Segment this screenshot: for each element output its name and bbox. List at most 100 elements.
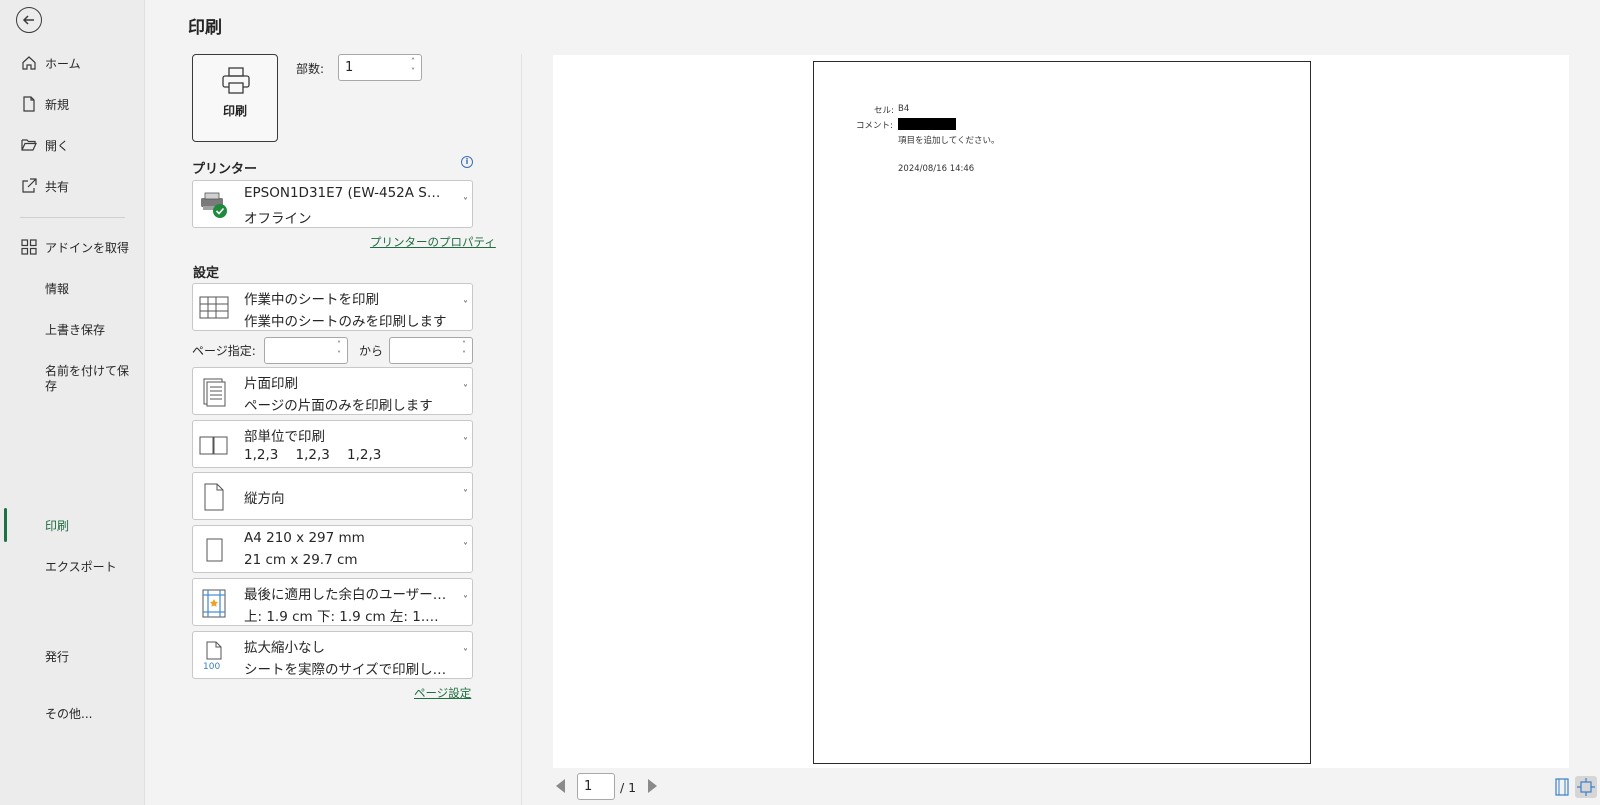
info-icon[interactable]: i — [461, 156, 473, 168]
nav-item-more[interactable]: その他... — [0, 698, 145, 728]
spin-down-icon[interactable]: ˅ — [337, 351, 341, 359]
chevron-down-icon: ˅ — [463, 595, 468, 606]
margins-desc: 上: 1.9 cm 下: 1.9 cm 左: 1.… — [244, 609, 439, 625]
page-number-input[interactable]: 1 — [577, 773, 615, 800]
printer-properties-link[interactable]: プリンターのプロパティ — [370, 234, 496, 250]
nav-item-print[interactable]: 印刷 — [0, 510, 145, 540]
sides-dropdown[interactable]: 片面印刷 ページの片面のみを印刷します ˅ — [192, 367, 473, 415]
nav-label: 新規 — [45, 97, 70, 112]
nav-label: 情報 — [45, 281, 70, 296]
print-what-title: 作業中のシートを印刷 — [244, 292, 379, 308]
printer-status: オフライン — [244, 211, 312, 227]
chevron-down-icon: ˅ — [463, 300, 468, 311]
nav-item-info[interactable]: 情報 — [0, 273, 145, 303]
copies-value: 1 — [345, 60, 354, 75]
spin-up-icon[interactable]: ˄ — [462, 341, 466, 349]
preview-cell-value: B4 — [898, 104, 910, 114]
nav-item-get-addins[interactable]: アドインを取得 — [0, 232, 145, 262]
collation-dropdown[interactable]: 部単位で印刷 1,2,3 1,2,3 1,2,3 ˅ — [192, 420, 473, 468]
back-button[interactable] — [16, 7, 42, 33]
preview-comment-text: 項目を追加してください。 — [898, 136, 1000, 146]
zoom-to-page-button[interactable] — [1575, 776, 1597, 798]
show-margins-button[interactable] — [1551, 776, 1573, 798]
no-scaling-icon: 100 — [203, 641, 222, 671]
margins-title: 最後に適用した余白のユーザー設定 — [244, 587, 454, 603]
page-total: / 1 — [620, 780, 637, 795]
arrow-left-icon — [22, 15, 34, 25]
scaling-dropdown[interactable]: 100 拡大縮小なし シートを実際のサイズで印刷します ˅ — [192, 631, 473, 679]
orientation-dropdown[interactable]: 縦方向 ˅ — [192, 472, 473, 520]
nav-label: 印刷 — [45, 518, 70, 533]
share-icon — [22, 178, 37, 193]
panel-divider — [521, 54, 522, 805]
nav-item-save[interactable]: 上書き保存 — [0, 314, 145, 344]
spin-down-icon[interactable]: ˅ — [462, 351, 466, 359]
paper-size-icon — [206, 538, 223, 562]
page-setup-link[interactable]: ページ設定 — [414, 685, 471, 701]
preview-page: セル: B4 コメント: 項目を追加してください。 2024/08/16 14:… — [813, 61, 1311, 764]
copies-input[interactable]: 1 ˄ ˅ — [338, 54, 422, 81]
sides-title: 片面印刷 — [244, 376, 298, 392]
page-range-to-label: から — [359, 344, 384, 358]
paper-size-title: A4 210 x 297 mm — [244, 530, 365, 546]
nav-item-share[interactable]: 共有 — [0, 171, 145, 201]
show-margins-icon — [1555, 778, 1569, 796]
margins-dropdown[interactable]: 最後に適用した余白のユーザー設定 上: 1.9 cm 下: 1.9 cm 左: … — [192, 578, 473, 626]
nav-label: 共有 — [45, 179, 70, 194]
nav-label: 開く — [45, 138, 70, 153]
settings-section-title: 設定 — [193, 266, 220, 281]
page-to-input[interactable]: ˄ ˅ — [389, 337, 473, 364]
scaling-icon-text: 100 — [203, 662, 220, 671]
nav-item-new[interactable]: 新規 — [0, 89, 145, 119]
nav-item-save-as[interactable]: 名前を付けて保存 — [45, 364, 135, 394]
sheet-grid-icon — [199, 296, 229, 319]
chevron-down-icon: ˅ — [463, 542, 468, 553]
print-what-dropdown[interactable]: 作業中のシートを印刷 作業中のシートのみを印刷します ˅ — [192, 283, 473, 331]
printer-dropdown[interactable]: EPSON1D31E7 (EW-452A S… オフライン ˅ — [192, 180, 473, 228]
new-file-icon — [23, 96, 35, 112]
collation-desc: 1,2,3 1,2,3 1,2,3 — [244, 447, 382, 463]
nav-label: アドインを取得 — [45, 240, 130, 255]
nav-label: エクスポート — [45, 559, 117, 574]
nav-item-open[interactable]: 開く — [0, 130, 145, 160]
nav-item-export[interactable]: エクスポート — [0, 551, 145, 581]
backstage-nav: ホーム 新規 開く 共有 アドインを取得 情報 上書き保存 名前を付けて保存 印… — [0, 0, 145, 805]
paper-size-desc: 21 cm x 29.7 cm — [244, 552, 358, 568]
sides-desc: ページの片面のみを印刷します — [244, 398, 433, 414]
orientation-title: 縦方向 — [244, 491, 285, 507]
app-window: ホーム 新規 開く 共有 アドインを取得 情報 上書き保存 名前を付けて保存 印… — [0, 0, 1600, 805]
print-button[interactable]: 印刷 — [192, 54, 278, 142]
addins-grid-icon — [21, 239, 37, 255]
folder-open-icon — [21, 139, 37, 151]
nav-divider — [20, 217, 125, 218]
portrait-page-icon — [204, 483, 224, 511]
spin-down-icon[interactable]: ˅ — [411, 68, 415, 76]
redaction-block — [898, 118, 956, 130]
collation-title: 部単位で印刷 — [244, 429, 325, 445]
chevron-down-icon: ˅ — [463, 384, 468, 395]
previous-page-icon[interactable] — [556, 779, 565, 793]
printer-name: EPSON1D31E7 (EW-452A S… — [244, 185, 441, 201]
home-icon — [22, 56, 36, 70]
page-title: 印刷 — [188, 18, 222, 38]
scaling-desc: シートを実際のサイズで印刷します — [244, 662, 454, 678]
paper-size-dropdown[interactable]: A4 210 x 297 mm 21 cm x 29.7 cm ˅ — [192, 525, 473, 573]
printer-section-title: プリンター — [192, 162, 258, 177]
print-button-label: 印刷 — [222, 104, 247, 118]
scaling-title: 拡大縮小なし — [244, 640, 325, 656]
preview-cell-label: セル: — [874, 106, 894, 116]
print-what-desc: 作業中のシートのみを印刷します — [244, 314, 447, 330]
nav-item-home[interactable]: ホーム — [0, 48, 145, 78]
nav-item-publish[interactable]: 発行 — [0, 641, 145, 671]
nav-label: その他... — [45, 706, 93, 721]
spin-up-icon[interactable]: ˄ — [337, 341, 341, 349]
chevron-down-icon: ˅ — [463, 648, 468, 659]
chevron-down-icon: ˅ — [463, 489, 468, 500]
next-page-icon[interactable] — [648, 779, 657, 793]
spin-up-icon[interactable]: ˄ — [411, 58, 415, 66]
page-number-value: 1 — [584, 779, 593, 794]
page-from-input[interactable]: ˄ ˅ — [264, 337, 348, 364]
single-sided-icon — [203, 378, 226, 407]
chevron-down-icon: ˅ — [463, 437, 468, 448]
nav-label: ホーム — [45, 56, 81, 71]
